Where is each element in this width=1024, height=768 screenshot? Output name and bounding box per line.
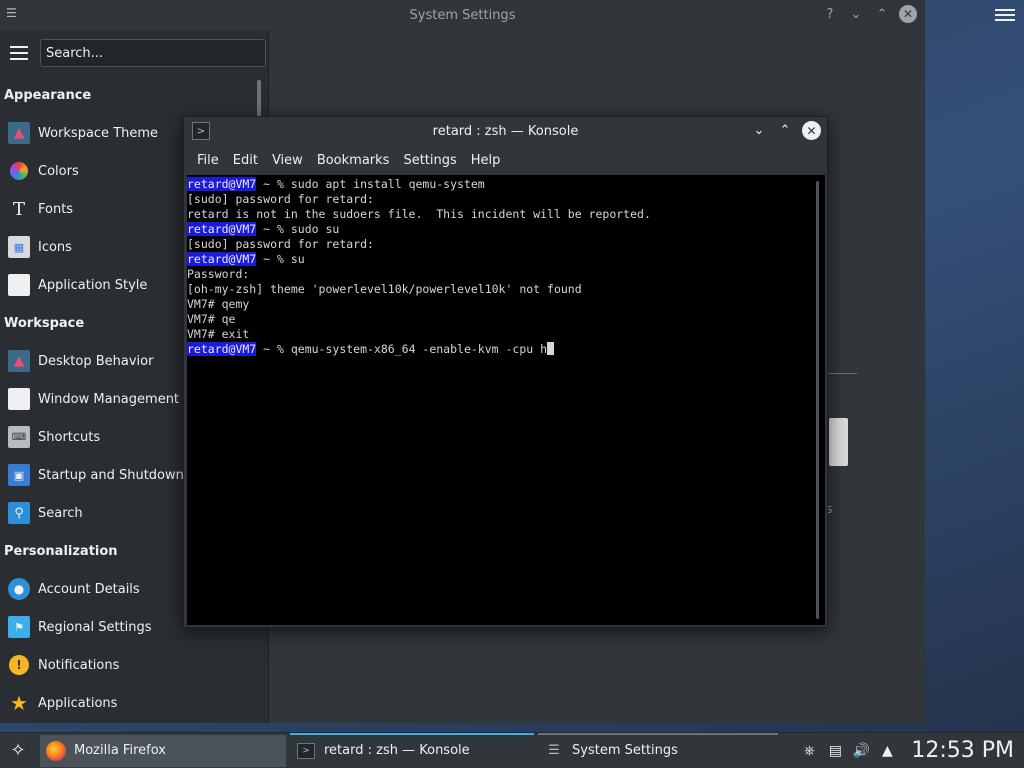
desktop-menu-icon[interactable] (995, 6, 1015, 24)
terminal-output-line: retard is not in the sudoers file. This … (187, 207, 651, 221)
task-active-indicator (290, 732, 534, 735)
konsole-menubar: File Edit View Bookmarks Settings Help (184, 145, 827, 175)
menu-settings[interactable]: Settings (396, 148, 463, 172)
prompt-user: retard@VM7 (187, 222, 257, 236)
terminal-prompt-line: retard@VM7 ~ % qemu-system-x86_64 -enabl… (187, 342, 825, 357)
terminal-output[interactable]: retard@VM7 ~ % sudo apt install qemu-sys… (187, 175, 825, 625)
task-label: retard : zsh — Konsole (324, 743, 470, 758)
prompt-user: retard@VM7 (187, 342, 257, 356)
minimize-icon[interactable]: ⌄ (750, 122, 768, 140)
application-style-icon (8, 274, 30, 296)
minimize-icon[interactable]: ⌄ (847, 5, 865, 23)
terminal-output-line: VM7# exit (187, 327, 250, 341)
sidebar-item-notifications[interactable]: ! Notifications (0, 646, 268, 684)
settings-window-title: System Settings (409, 7, 516, 23)
terminal-scrollbar[interactable] (816, 181, 819, 619)
terminal-output-line: Password: (187, 267, 250, 281)
help-icon[interactable]: ? (821, 5, 839, 23)
prompt-user: retard@VM7 (187, 252, 257, 266)
terminal-prompt-line: retard@VM7 ~ % sudo su (187, 222, 340, 236)
taskbar: ✧ Mozilla Firefox > retard : zsh — Konso… (0, 732, 1024, 768)
window-management-icon (8, 388, 30, 410)
clock[interactable]: 12:53 PM (911, 738, 1014, 763)
terminal-output-line: [oh-my-zsh] theme 'powerlevel10k/powerle… (187, 282, 582, 296)
close-icon[interactable]: ✕ (802, 121, 821, 140)
content-divider (826, 373, 857, 374)
regional-icon: ⚑ (8, 616, 30, 638)
tray-expand-icon[interactable]: ▲ (879, 742, 895, 760)
maximize-icon[interactable]: ⌃ (776, 122, 794, 140)
prompt-user: retard@VM7 (187, 177, 257, 191)
menu-edit[interactable]: Edit (226, 148, 265, 172)
clipboard-icon[interactable]: ▤ (827, 742, 843, 760)
terminal-prompt-line: retard@VM7 ~ % su (187, 252, 305, 266)
settings-app-icon[interactable]: ☰ (6, 6, 22, 22)
konsole-titlebar[interactable]: > retard : zsh — Konsole ⌄ ⌃ ✕ (184, 117, 827, 145)
task-system-settings[interactable]: ☰ System Settings (538, 732, 778, 767)
maximize-icon[interactable]: ⌃ (873, 5, 891, 23)
colors-icon (10, 162, 28, 180)
sidebar-item-applications[interactable]: ★ Applications (0, 684, 268, 722)
settings-titlebar[interactable]: ☰ System Settings ? ⌄ ⌃ ✕ (0, 0, 925, 30)
firefox-icon (46, 740, 66, 761)
terminal-output-line: VM7# qemy (187, 297, 250, 311)
fonts-icon: T (12, 198, 25, 220)
task-indicator (538, 732, 778, 735)
task-label: System Settings (572, 743, 678, 758)
menu-help[interactable]: Help (464, 148, 508, 172)
system-tray: ⎈ ▤ 🔊 ▲ 12:53 PM (801, 738, 1024, 763)
terminal-cursor (547, 342, 555, 355)
menu-file[interactable]: File (190, 148, 226, 172)
task-konsole[interactable]: > retard : zsh — Konsole (290, 732, 534, 767)
task-firefox[interactable]: Mozilla Firefox (40, 734, 286, 767)
sidebar-scrollbar[interactable] (257, 80, 261, 120)
icons-icon: ▦ (8, 236, 30, 258)
keyboard-icon: ⌨ (8, 426, 30, 448)
search-input[interactable] (40, 39, 266, 67)
konsole-app-icon[interactable]: > (192, 122, 210, 140)
applications-icon: ★ (10, 691, 28, 715)
account-icon: ● (8, 578, 30, 600)
konsole-window-title: retard : zsh — Konsole (432, 123, 579, 139)
close-icon[interactable]: ✕ (899, 5, 917, 23)
search-icon: ⚲ (8, 502, 30, 524)
settings-icon: ☰ (548, 743, 560, 758)
content-button[interactable] (829, 418, 848, 466)
menu-view[interactable]: View (265, 148, 310, 172)
section-appearance: Appearance (4, 87, 92, 103)
volume-icon[interactable]: 🔊 (853, 742, 870, 760)
hamburger-menu-icon[interactable] (10, 46, 28, 60)
terminal-prompt-line: retard@VM7 ~ % sudo apt install qemu-sys… (187, 177, 485, 191)
task-label: Mozilla Firefox (74, 743, 166, 758)
konsole-window: > retard : zsh — Konsole ⌄ ⌃ ✕ File Edit… (183, 116, 828, 628)
startup-icon: ▣ (8, 464, 30, 486)
terminal-output-line: [sudo] password for retard: (187, 237, 374, 251)
usb-icon[interactable]: ⎈ (801, 742, 817, 760)
menu-bookmarks[interactable]: Bookmarks (310, 148, 397, 172)
terminal-output-line: VM7# qe (187, 312, 236, 326)
notifications-icon: ! (9, 655, 29, 675)
workspace-theme-icon: ▲ (8, 122, 30, 144)
konsole-icon: > (297, 742, 315, 759)
desktop-behavior-icon: ▲ (8, 350, 30, 372)
application-launcher-icon[interactable]: ✧ (0, 733, 36, 768)
terminal-output-line: [sudo] password for retard: (187, 192, 374, 206)
